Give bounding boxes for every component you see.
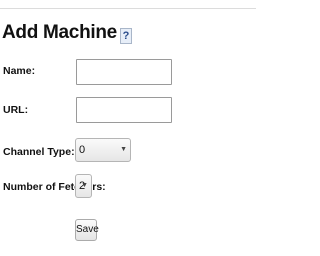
channel-type-select[interactable]: 0 ▼ [75,138,131,162]
name-label: Name: [3,65,36,77]
name-field[interactable] [76,59,172,85]
page-header: Add Machine ? [2,22,132,44]
url-field[interactable] [76,97,172,123]
help-icon[interactable]: ? [119,28,132,44]
channel-type-value: 0 [79,144,86,156]
save-button[interactable]: Save [75,219,99,241]
number-of-fetchers-select[interactable]: 2 ▼ [75,174,92,198]
chevron-down-icon: ▼ [120,146,127,153]
url-label: URL: [3,104,29,116]
chevron-down-icon: ▼ [81,182,88,189]
page-title: Add Machine [2,22,117,43]
browser-top-edge [0,0,256,9]
channel-type-label: Channel Type: [3,146,75,158]
